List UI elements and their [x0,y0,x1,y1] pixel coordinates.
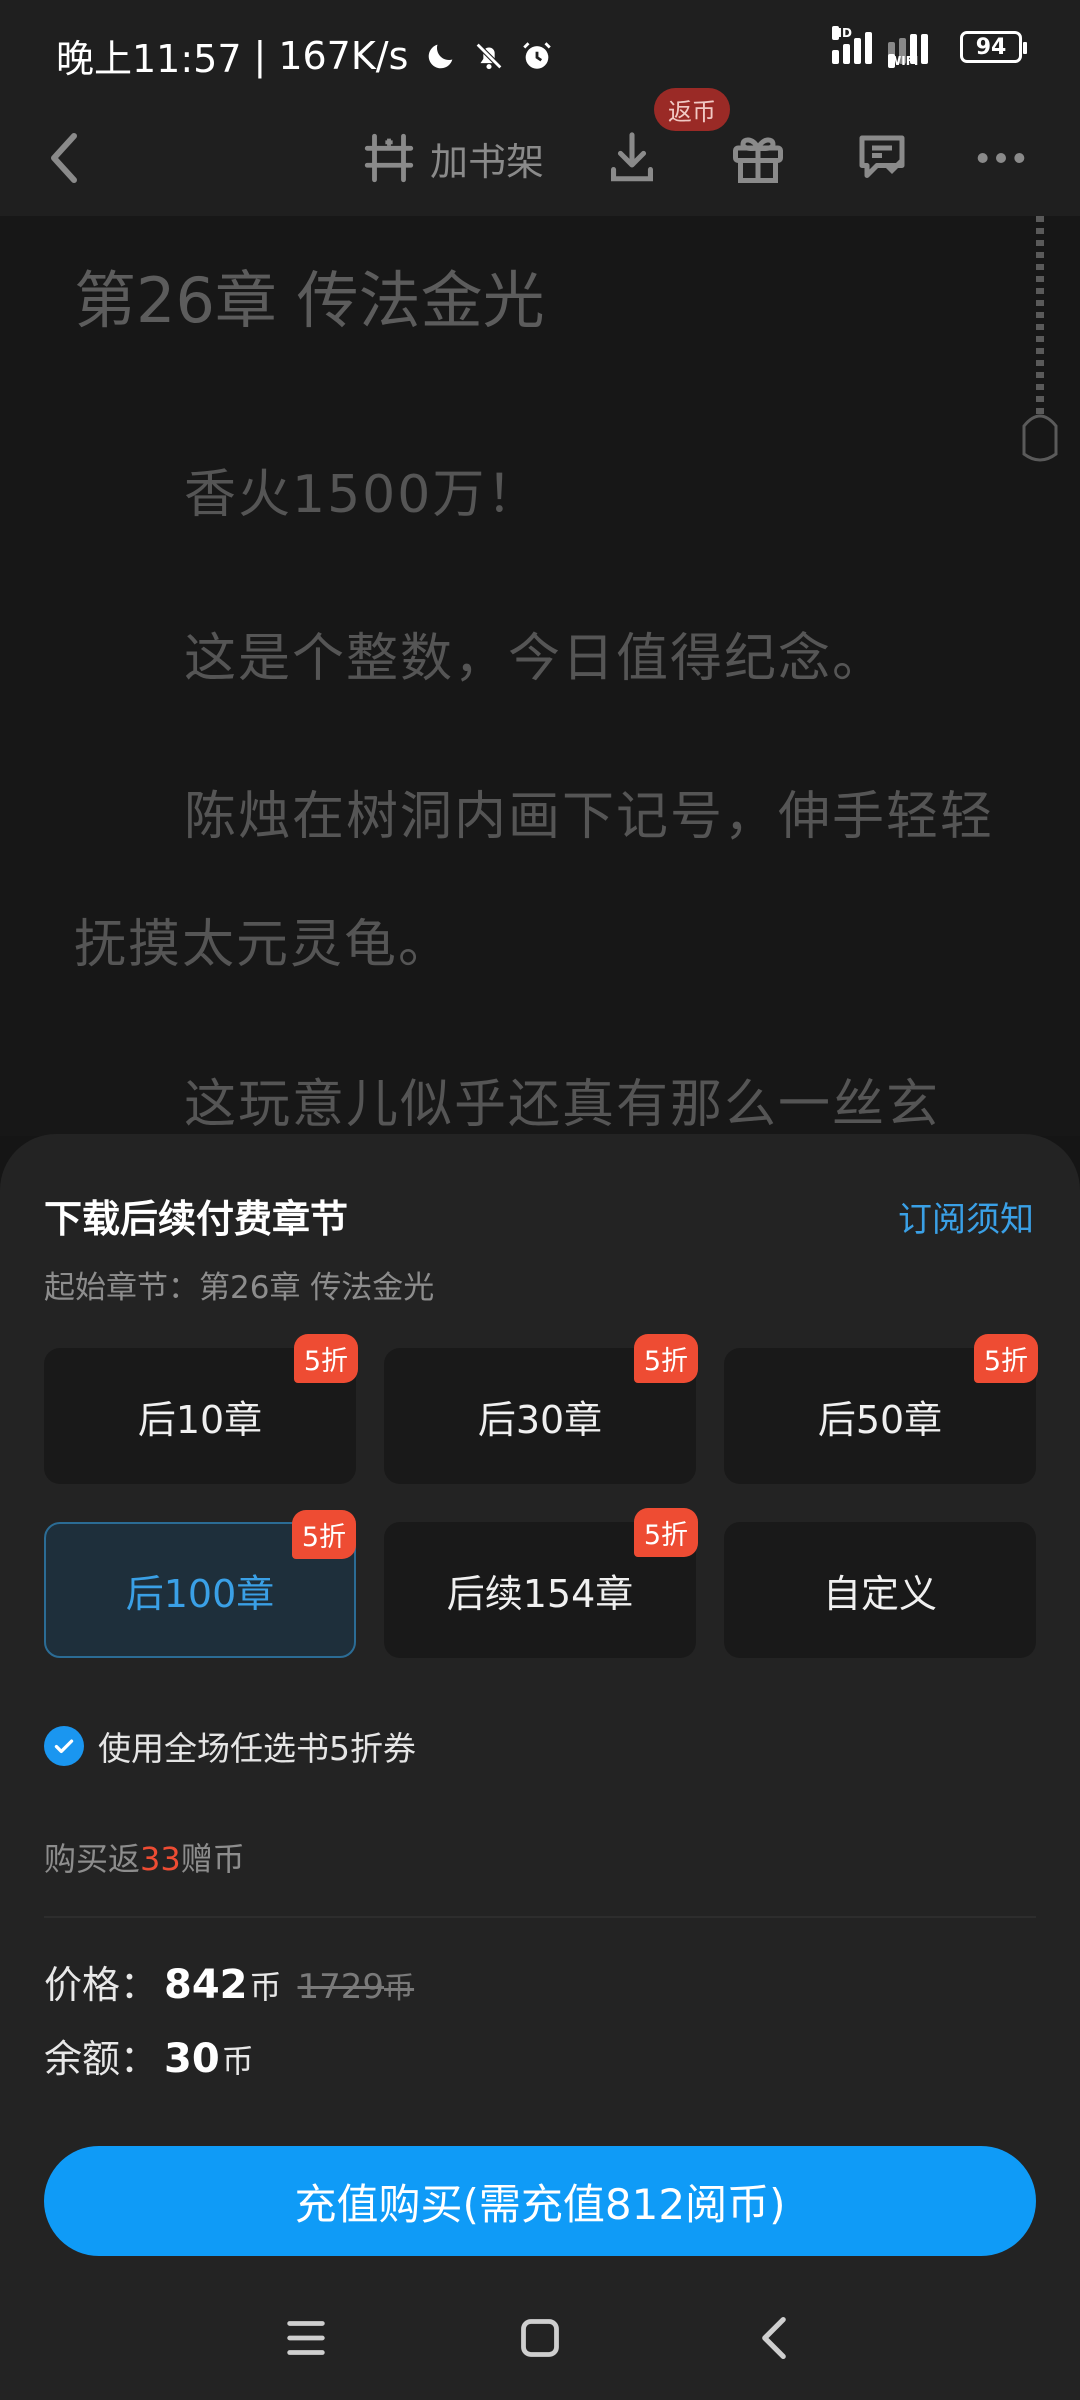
status-separator: | [253,33,267,78]
home-nav-button[interactable] [510,2308,570,2368]
discount-badge: 5折 [291,1510,356,1559]
option-label: 后100章 [125,1571,275,1616]
back-arrow-icon [762,2316,786,2360]
back-button[interactable] [46,118,86,198]
divider [44,1916,1036,1918]
signal-hd-icon: HD [832,26,872,64]
option-custom[interactable]: 自定义 [724,1522,1036,1658]
gift-button[interactable] [728,118,788,198]
paragraph: 陈烛在树洞内画下记号，伸手轻轻 [184,787,995,847]
bell-muted-icon [476,42,503,69]
comment-button[interactable] [852,118,912,198]
option-label: 自定义 [822,1571,937,1616]
gift-icon [733,137,783,183]
balance-unit: 币 [221,2042,254,2080]
download-sheet: 下载后续付费章节 订阅须知 起始章节：第26章 传法金光 后10章 5折 后30… [0,1134,1080,2400]
balance-row: 余额： 30 币 [44,2028,254,2083]
option-label: 后50章 [817,1397,943,1442]
price-value: 842 [164,1962,248,2008]
discount-badge: 5折 [973,1334,1038,1383]
rebate-prefix: 购买返 [44,1840,141,1878]
check-icon [54,1739,74,1754]
rebate-suffix: 赠币 [180,1840,245,1878]
download-button[interactable] [604,118,660,198]
balance-value: 30 [164,2036,220,2082]
price-label: 价格： [44,1963,159,2007]
chapter-title: 第26章 传法金光 [74,264,545,337]
menu-icon [287,2321,325,2355]
paragraph: 香火1500万！ [184,465,541,525]
status-right: HD WIFI 94 [832,26,1027,68]
option-next-100[interactable]: 后100章 5折 [44,1510,356,1658]
back-nav-button[interactable] [744,2308,804,2368]
original-price: 1729 [297,1967,385,2007]
paragraph: 这玩意儿似乎还真有那么一丝玄 [184,1075,941,1135]
sheet-title: 下载后续付费章节 [44,1197,349,1241]
download-icon [611,132,653,182]
paragraph: 抚摸太元灵龟。 [74,915,453,975]
status-time: 晚上11:57 [56,37,242,81]
moon-icon [429,44,453,68]
paragraph: 这是个整数，今日值得纪念。 [184,629,887,689]
recharge-buy-button[interactable]: 充值购买(需充值812阅币) [44,2146,1036,2256]
chevron-left-icon [51,133,77,183]
coupon-checkbox-row[interactable]: 使用全场任选书5折券 [44,1722,416,1770]
option-next-30[interactable]: 后30章 5折 [384,1334,698,1484]
network-speed: 167K/s [278,33,409,78]
pull-cord-icon [1022,216,1058,462]
add-to-shelf-button[interactable]: 加书架 [360,118,544,198]
discount-badge: 5折 [293,1334,358,1383]
hd-label: HD [832,26,853,40]
balance-label: 余额： [44,2037,159,2081]
option-label: 后30章 [477,1397,603,1442]
wifi-icon: WIFI [888,30,944,68]
checkbox-checked[interactable] [44,1726,84,1766]
option-next-50[interactable]: 后50章 5折 [724,1334,1038,1484]
add-to-shelf-label: 加书架 [430,139,545,184]
coin-return-badge: 返币 [654,88,730,131]
status-left-icons [424,39,554,73]
status-left: 晚上11:57 | 167K/s [56,28,554,83]
rebate-amount: 33 [140,1840,181,1878]
battery-level: 94 [975,34,1007,60]
status-bar: 晚上11:57 | 167K/s HD WIFI 94 [0,0,1080,104]
rebate-text: 购买返33赠币 [44,1834,245,1880]
wifi-label: WIFI [888,54,918,68]
home-square-icon [521,2319,559,2357]
alarm-icon [523,41,552,69]
more-icon [977,153,1025,163]
battery-icon: 94 [960,31,1027,63]
reader-toolbar: 加书架 [0,104,1080,216]
system-nav-bar [0,2268,1080,2400]
subscription-notice-link[interactable]: 订阅须知 [898,1192,1034,1241]
bookshelf-icon [364,133,414,183]
option-label: 后续154章 [446,1571,634,1616]
coupon-label: 使用全场任选书5折券 [98,1729,416,1768]
option-remaining-154[interactable]: 后续154章 5折 [384,1508,698,1658]
price-unit: 币 [249,1968,282,2006]
more-button[interactable] [976,118,1026,198]
option-label: 后10章 [137,1397,263,1442]
original-price-unit: 币 [384,1971,415,2006]
start-chapter: 起始章节：第26章 传法金光 [44,1270,435,1306]
price-row: 价格： 842 币 1729 币 [44,1954,414,2009]
comment-check-icon [859,135,905,178]
menu-nav-button[interactable] [276,2308,336,2368]
discount-badge: 5折 [633,1508,698,1557]
article-area: 第26章 传法金光 香火1500万！ 这是个整数，今日值得纪念。 陈烛在树洞内画… [0,216,1080,1136]
discount-badge: 5折 [633,1334,698,1383]
option-next-10[interactable]: 后10章 5折 [44,1334,358,1484]
